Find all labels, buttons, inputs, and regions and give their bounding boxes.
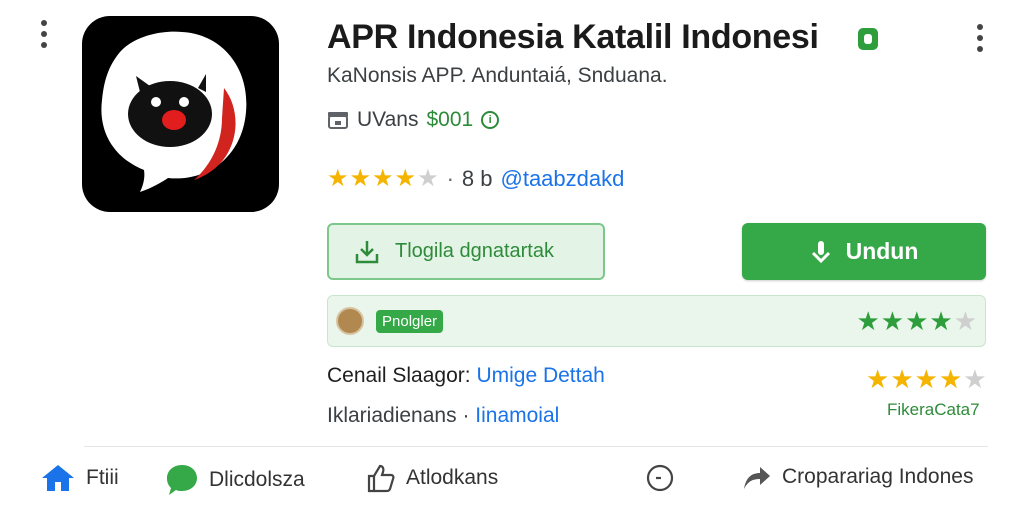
- nav-share[interactable]: Croparariag Indones: [740, 463, 973, 491]
- rating-row: ★ ★ ★ ★ ★ · 8 b @taabzdakd: [327, 166, 624, 192]
- developer-key: Cenail Slaagor:: [327, 364, 471, 387]
- download-box-icon: [355, 240, 379, 263]
- more-options-right-icon[interactable]: [975, 24, 985, 52]
- divider: [84, 446, 988, 447]
- half-star-icon: ★: [417, 165, 439, 192]
- review-stars: ★ ★ ★ ★ ★: [856, 308, 977, 334]
- rating-separator: ·: [446, 166, 454, 191]
- secondary-button-label: Tlogila dgnatartak: [395, 240, 554, 262]
- price-value: $001: [426, 108, 474, 131]
- star-icon: ★: [866, 364, 890, 394]
- nav-chat[interactable]: Dlicdolsza: [165, 463, 305, 497]
- nav-like[interactable]: Atlodkans: [366, 463, 498, 493]
- developer-link[interactable]: Umige Dettah: [476, 364, 604, 387]
- avatar: [336, 307, 364, 335]
- nav-like-label: Atlodkans: [406, 466, 499, 489]
- half-star-icon: ★: [929, 306, 953, 336]
- star-icon: ★: [856, 306, 880, 336]
- nav-home[interactable]: Ftiii: [40, 463, 119, 493]
- star-empty-icon: ★: [963, 364, 987, 394]
- category-row: Iklariadienans · Iinamoial: [327, 404, 559, 428]
- chat-bubble-icon: [167, 465, 197, 495]
- review-bar[interactable]: Pnolgler ★ ★ ★ ★ ★: [327, 295, 986, 347]
- star-icon: ★: [905, 306, 929, 336]
- side-rating-label: FikeraCata7: [887, 400, 980, 419]
- price-row: UVans $001 i: [327, 108, 500, 132]
- star-empty-icon: ★: [953, 306, 977, 336]
- star-icon: ★: [394, 165, 417, 192]
- app-subtitle: KaNonsis APP. Anduntaiá, Snduana.: [327, 64, 668, 87]
- info-icon[interactable]: i: [481, 111, 500, 129]
- share-arrow-icon: [744, 467, 770, 489]
- home-icon: [42, 465, 74, 491]
- nav-share-label: Croparariag Indones: [782, 465, 974, 488]
- verified-badge-icon: [858, 28, 878, 50]
- star-icon: ★: [327, 165, 349, 192]
- star-icon: ★: [890, 364, 914, 394]
- category-separator: ·: [462, 404, 470, 427]
- thumbs-up-icon: [367, 464, 395, 493]
- developer-handle-link[interactable]: @taabzdakd: [501, 166, 625, 192]
- star-icon: ★: [349, 165, 372, 192]
- rating-stars: ★ ★ ★ ★ ★: [327, 167, 439, 191]
- app-icon: [82, 16, 279, 212]
- category-link[interactable]: Iinamoial: [475, 404, 559, 427]
- category-key: Iklariadienans: [327, 404, 457, 427]
- star-icon: ★: [880, 306, 905, 336]
- star-icon: ★: [914, 364, 938, 394]
- nav-chat-label: Dlicdolsza: [209, 468, 305, 491]
- side-rating-stars: ★ ★ ★ ★ ★: [866, 366, 987, 392]
- star-icon: ★: [372, 165, 394, 192]
- star-icon: ★: [938, 364, 963, 394]
- install-button-label: Undun: [845, 238, 919, 264]
- secondary-download-button[interactable]: Tlogila dgnatartak: [327, 223, 605, 280]
- price-label: UVans: [357, 108, 419, 131]
- nav-home-label: Ftiii: [86, 466, 119, 489]
- review-tag: Pnolgler: [376, 309, 444, 333]
- nav-clock[interactable]: [645, 463, 675, 493]
- app-title: APR Indonesia Katalil Indonesi: [327, 18, 819, 56]
- developer-row: Cenail Slaagor: Umige Dettah: [327, 364, 605, 388]
- download-icon: [811, 240, 830, 263]
- store-icon: [328, 112, 348, 129]
- more-options-left-icon[interactable]: [39, 20, 49, 48]
- rating-count: 8 b: [461, 166, 493, 191]
- install-button[interactable]: Undun: [742, 223, 986, 280]
- clock-icon: [646, 464, 674, 492]
